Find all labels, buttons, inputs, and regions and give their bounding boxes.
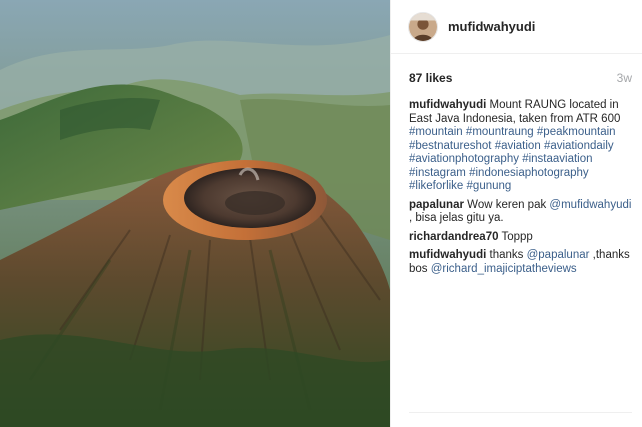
comment-username[interactable]: mufidwahyudi [409,249,486,261]
divider [409,412,632,413]
comment: richardandrea70 Toppp [409,231,632,245]
hashtag[interactable]: #likeforlike [409,180,463,192]
hashtag[interactable]: #aviation [495,140,541,152]
post-header: mufidwahyudi [391,0,642,54]
comment-mention[interactable]: @mufidwahyudi [549,199,631,211]
comment-username[interactable]: richardandrea70 [409,231,499,243]
hashtag[interactable]: #gunung [467,180,512,192]
caption-hashtags: #mountain #mountraung #peakmountain #bes… [409,126,616,192]
caption: mufidwahyudi Mount RAUNG located in East… [409,99,632,194]
header-username[interactable]: mufidwahyudi [448,19,535,34]
comment-mention[interactable]: @papalunar [527,249,590,261]
hashtag[interactable]: #instaaviation [522,153,592,165]
hashtag[interactable]: #mountraung [466,126,534,138]
post-meta: 87 likes 3w [391,71,642,85]
instagram-post: mufidwahyudi 87 likes 3w mufidwahyudi Mo… [0,0,642,427]
hashtag[interactable]: #aviationphotography [409,153,519,165]
like-count[interactable]: 87 likes [409,71,452,85]
comment: mufidwahyudi thanks @papalunar ,thanks b… [409,249,632,276]
avatar[interactable] [408,11,438,42]
avatar-image [409,12,437,41]
hashtag[interactable]: #mountain [409,126,463,138]
comment-username[interactable]: papalunar [409,199,464,211]
comment-mention[interactable]: @richard_imajiciptatheviews [431,263,577,275]
comment-text: , bisa jelas gitu ya. [409,212,504,224]
hashtag[interactable]: #instagram [409,167,466,179]
comment-text: Toppp [501,230,533,243]
hashtag[interactable]: #bestnatureshot [409,140,491,152]
post-sidebar: mufidwahyudi 87 likes 3w mufidwahyudi Mo… [390,0,642,427]
post-photo[interactable] [0,0,390,427]
volcano-photo [0,0,390,427]
comment-text: thanks [489,249,524,261]
caption-username[interactable]: mufidwahyudi [409,99,486,111]
hashtag[interactable]: #peakmountain [537,126,616,138]
comment: papalunar Wow keren pak @mufidwahyudi , … [409,199,632,226]
comments-list: mufidwahyudi Mount RAUNG located in East… [391,85,642,276]
hashtag[interactable]: #indonesiaphotography [469,167,589,179]
hashtag[interactable]: #aviationdaily [544,140,614,152]
comment-text: Wow keren pak [467,198,547,211]
post-time[interactable]: 3w [617,71,632,85]
